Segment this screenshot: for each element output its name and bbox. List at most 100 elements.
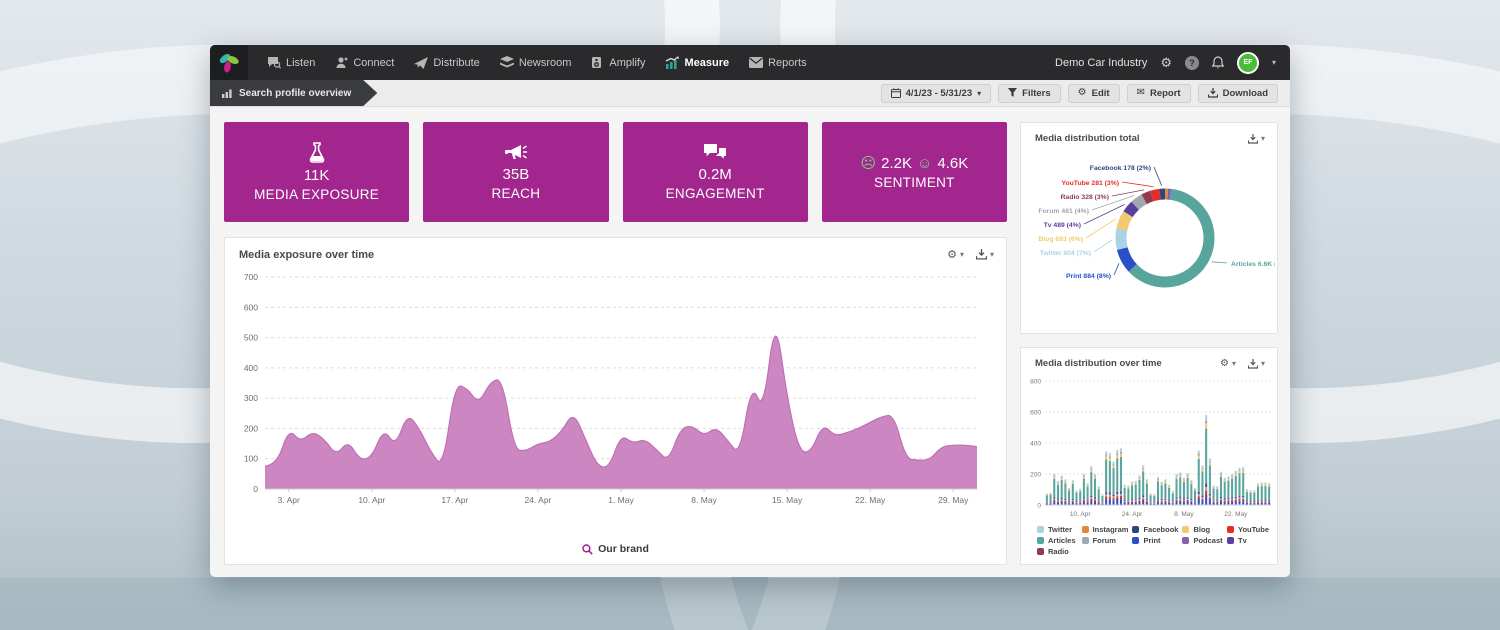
chart-settings-control[interactable]: ⚙ ▾ — [1220, 358, 1236, 369]
download-icon — [976, 249, 987, 260]
envelope-icon: ✉ — [1137, 88, 1145, 98]
nav-label: Distribute — [433, 57, 479, 69]
flask-icon — [307, 142, 327, 164]
nav-item-distribute[interactable]: Distribute — [405, 45, 488, 80]
nav-item-newsroom[interactable]: Newsroom — [491, 45, 581, 80]
media-distribution-total-card: Media distribution total ▾ Articles 6.6K… — [1020, 122, 1278, 334]
bell-icon[interactable] — [1212, 56, 1224, 69]
facebook-icon — [1132, 526, 1139, 533]
svg-text:400: 400 — [1030, 441, 1041, 448]
avatar[interactable]: EF — [1237, 52, 1259, 74]
top-navbar: Listen Connect Distribute Newsroom Ampli… — [210, 45, 1290, 80]
svg-text:8. May: 8. May — [691, 495, 717, 505]
profile-tab-label: Search profile overview — [239, 88, 351, 99]
calendar-icon — [891, 88, 901, 98]
date-range-button[interactable]: 4/1/23 - 5/31/23 ▾ — [881, 84, 992, 103]
kpi-value: 0.2M — [698, 166, 731, 183]
legend-item-forum[interactable]: Forum — [1082, 536, 1129, 545]
area-chart-svg: 01002003004005006007003. Apr10. Apr17. A… — [233, 267, 987, 519]
search-profile-tab[interactable]: Search profile overview — [210, 80, 377, 106]
radio-icon — [1037, 548, 1044, 555]
help-icon[interactable]: ? — [1185, 56, 1199, 70]
donut-label-print: Print 884 (8%) — [1066, 273, 1111, 280]
legend-item-youtube[interactable]: YouTube — [1227, 525, 1269, 534]
download-button[interactable]: Download — [1198, 84, 1278, 103]
svg-text:300: 300 — [244, 393, 258, 403]
nav-item-reports[interactable]: Reports — [740, 45, 816, 80]
legend-item-instagram[interactable]: Instagram — [1082, 525, 1129, 534]
chart-export-control[interactable]: ▾ — [1248, 134, 1265, 144]
download-label: Download — [1223, 88, 1268, 99]
report-button[interactable]: ✉ Report — [1127, 84, 1191, 103]
sad-face-icon: ☹ — [861, 154, 877, 172]
legend-label: Forum — [1093, 536, 1116, 545]
youtube-icon — [1227, 526, 1234, 533]
paper-plane-icon — [414, 57, 428, 69]
toolbar-buttons: 4/1/23 - 5/31/23 ▾ Filters ⚙ Edit ✉ Repo… — [881, 84, 1290, 103]
legend-item-tv[interactable]: Tv — [1227, 536, 1269, 545]
chart-export-control[interactable]: ▾ — [976, 249, 994, 260]
nav-item-measure[interactable]: Measure — [656, 45, 738, 80]
donut-label-articles: Articles 6.6K (61%) — [1231, 261, 1275, 268]
donut-label-youtube: YouTube 281 (3%) — [1061, 180, 1119, 187]
legend-item-facebook[interactable]: Facebook — [1132, 525, 1178, 534]
filters-button[interactable]: Filters — [998, 84, 1061, 103]
svg-text:22. May: 22. May — [1224, 511, 1248, 518]
kpi-media-exposure[interactable]: 11K MEDIA EXPOSURE — [224, 122, 409, 222]
chart-tab-icon — [222, 89, 233, 98]
edit-button[interactable]: ⚙ Edit — [1068, 84, 1120, 103]
nav-menu: Listen Connect Distribute Newsroom Ampli… — [248, 45, 816, 80]
envelope-icon — [749, 57, 763, 68]
card-actions: ⚙ ▾ ▾ — [947, 248, 994, 261]
print-icon — [1132, 537, 1139, 544]
caret-icon: ▾ — [1261, 359, 1265, 368]
legend-label: Facebook — [1143, 525, 1178, 534]
legend-label: Tv — [1238, 536, 1247, 545]
positive-sentiment-value: 4.6K — [937, 155, 968, 172]
nav-label: Connect — [353, 57, 394, 69]
brand-logo[interactable] — [210, 45, 248, 80]
chart-export-control[interactable]: ▾ — [1248, 359, 1265, 369]
date-range-label: 4/1/23 - 5/31/23 — [906, 88, 973, 99]
svg-text:15. May: 15. May — [772, 495, 803, 505]
nav-item-amplify[interactable]: Amplify — [582, 45, 654, 80]
svg-text:10. Apr: 10. Apr — [358, 495, 385, 505]
petals-logo-icon — [217, 51, 241, 75]
kpi-row: 11K MEDIA EXPOSURE 35B REACH 0.2M ENGAGE… — [224, 122, 1007, 222]
donut-label-tv: Tv 489 (4%) — [1044, 222, 1081, 229]
blog-icon — [1182, 526, 1189, 533]
legend-item-print[interactable]: Print — [1132, 536, 1178, 545]
legend-item-twitter[interactable]: Twitter — [1037, 525, 1078, 534]
svg-text:500: 500 — [244, 333, 258, 343]
legend-label: Our brand — [598, 543, 649, 555]
chat-search-icon — [267, 56, 281, 69]
legend-label: Articles — [1048, 536, 1076, 545]
svg-text:200: 200 — [244, 423, 258, 433]
gear-icon: ⚙ — [947, 248, 957, 261]
chart-settings-control[interactable]: ⚙ ▾ — [947, 248, 964, 261]
donut-chart-svg: Articles 6.6K (61%)Print 884 (8%)Twitter… — [1023, 148, 1275, 324]
person-icon — [335, 56, 348, 69]
svg-text:24. Apr: 24. Apr — [1122, 511, 1143, 518]
card-title: Media exposure over time — [239, 249, 374, 261]
svg-text:29. May: 29. May — [938, 495, 969, 505]
kpi-reach[interactable]: 35B REACH — [423, 122, 608, 222]
legend-item-articles[interactable]: Articles — [1037, 536, 1078, 545]
kpi-engagement[interactable]: 0.2M ENGAGEMENT — [623, 122, 808, 222]
donut-label-forum: Forum 461 (4%) — [1038, 208, 1089, 215]
happy-face-icon: ☺ — [917, 155, 932, 172]
instagram-icon — [1082, 526, 1089, 533]
legend-item-podcast[interactable]: Podcast — [1182, 536, 1223, 545]
nav-item-listen[interactable]: Listen — [258, 45, 324, 80]
our-brand-legend[interactable]: Our brand — [225, 542, 1006, 564]
account-caret-icon[interactable]: ▾ — [1272, 58, 1276, 67]
legend-item-radio[interactable]: Radio — [1037, 547, 1078, 556]
settings-gear-icon[interactable]: ⚙ — [1160, 56, 1172, 69]
legend-label: Print — [1143, 536, 1160, 545]
download-icon — [1248, 359, 1258, 369]
legend-item-blog[interactable]: Blog — [1182, 525, 1223, 534]
kpi-sentiment[interactable]: ☹ 2.2K ☺ 4.6K SENTIMENT — [822, 122, 1007, 222]
legend-label: YouTube — [1238, 525, 1269, 534]
area-chart: 01002003004005006007003. Apr10. Apr17. A… — [225, 265, 1006, 542]
nav-item-connect[interactable]: Connect — [326, 45, 403, 80]
